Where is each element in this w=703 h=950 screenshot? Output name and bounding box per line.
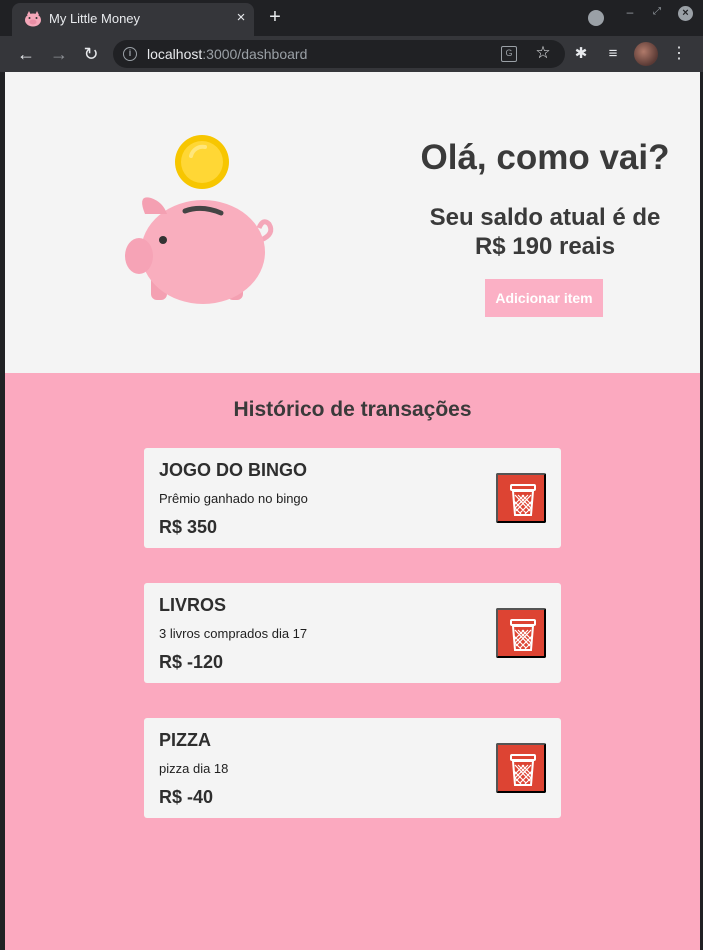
info-icon[interactable]: i — [123, 47, 137, 61]
greeting-heading: Olá, como vai? — [420, 138, 670, 177]
transaction-description: 3 livros comprados dia 17 — [159, 626, 308, 641]
trash-icon — [510, 754, 536, 786]
transaction-description: pizza dia 18 — [159, 761, 229, 776]
transaction-amount: R$ -40 — [159, 787, 214, 807]
transaction-title: JOGO DO BINGO — [159, 460, 308, 480]
balance-line-1: Seu saldo atual é de — [429, 204, 661, 231]
browser-chrome: My Little Money × + – ⤢ × ← → ↻ i localh… — [0, 0, 703, 72]
tab-strip: My Little Money × + – ⤢ × — [0, 0, 703, 36]
piggy-bank-coin-icon — [125, 135, 274, 304]
url-host: localhost — [147, 46, 203, 62]
pig-icon — [25, 11, 41, 27]
address-bar[interactable]: i localhost:3000/dashboard G ☆ — [113, 40, 565, 68]
kebab-menu-icon[interactable]: ⋮ — [668, 43, 690, 65]
profile-avatar[interactable] — [634, 42, 658, 66]
translate-icon[interactable]: G — [501, 46, 517, 62]
puzzle-icon[interactable]: ✱ — [570, 43, 592, 65]
transaction-card: LIVROS 3 livros comprados dia 17 R$ -120 — [144, 583, 561, 683]
tab-search-icon[interactable] — [588, 10, 604, 26]
transaction-card: PIZZA pizza dia 18 R$ -40 — [144, 718, 561, 818]
transaction-description: Prêmio ganhado no bingo — [159, 491, 308, 506]
new-tab-button[interactable]: + — [264, 6, 286, 28]
trash-icon — [510, 484, 536, 516]
dashboard-page: Olá, como vai? Seu saldo atual é de R$ 1… — [5, 72, 700, 950]
tab-title: My Little Money — [49, 11, 141, 26]
transaction-title: LIVROS — [159, 595, 227, 615]
balance-line-2: R$ 190 reais — [474, 233, 616, 260]
delete-transaction-button[interactable] — [496, 743, 546, 793]
browser-toolbar: ← → ↻ i localhost:3000/dashboard G ☆ ✱ ≡… — [0, 36, 703, 72]
transaction-card: JOGO DO BINGO Prêmio ganhado no bingo R$… — [144, 448, 561, 548]
delete-transaction-button[interactable] — [496, 608, 546, 658]
url-path: :3000/dashboard — [202, 46, 308, 62]
hero-section: Olá, como vai? Seu saldo atual é de R$ 1… — [5, 72, 700, 373]
window-close-icon[interactable]: × — [678, 6, 693, 21]
minimize-icon[interactable]: – — [624, 6, 636, 18]
browser-tab[interactable]: My Little Money × — [12, 3, 254, 36]
balance-text: Seu saldo atual é de R$ 190 reais — [395, 203, 695, 261]
arrow-left-icon[interactable]: ← — [14, 42, 38, 66]
transaction-amount: R$ 350 — [159, 517, 218, 537]
tab-close-button[interactable]: × — [232, 9, 250, 27]
transaction-title: PIZZA — [159, 730, 211, 750]
add-item-button[interactable]: Adicionar item — [485, 279, 603, 317]
history-title: Histórico de transações — [233, 398, 472, 421]
delete-transaction-button[interactable] — [496, 473, 546, 523]
reload-icon[interactable]: ↻ — [79, 42, 103, 66]
url-text[interactable]: localhost:3000/dashboard — [147, 46, 307, 62]
trash-icon — [510, 619, 536, 651]
arrow-right-icon[interactable]: → — [47, 42, 71, 66]
transaction-amount: R$ -120 — [159, 652, 224, 672]
maximize-icon[interactable]: ⤢ — [651, 6, 663, 18]
star-icon[interactable]: ☆ — [533, 43, 553, 63]
media-control-icon[interactable]: ≡ — [602, 43, 624, 65]
